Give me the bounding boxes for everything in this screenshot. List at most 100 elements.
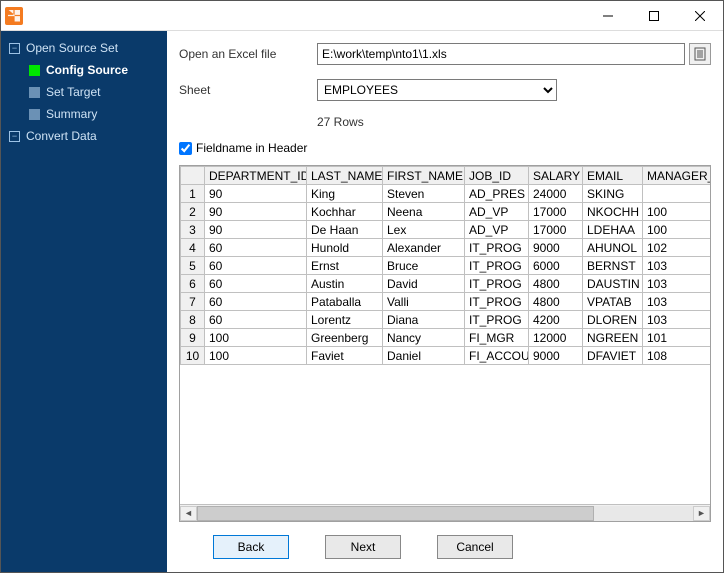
table-cell[interactable] — [643, 185, 711, 203]
table-cell[interactable]: 100 — [205, 329, 307, 347]
horizontal-scrollbar[interactable]: ◄ ► — [180, 504, 710, 521]
table-cell[interactable]: Nancy — [383, 329, 465, 347]
column-header[interactable]: MANAGER_ID — [643, 167, 711, 185]
column-header[interactable]: DEPARTMENT_ID — [205, 167, 307, 185]
table-cell[interactable]: Alexander — [383, 239, 465, 257]
table-cell[interactable]: DFAVIET — [583, 347, 643, 365]
column-header[interactable]: JOB_ID — [465, 167, 529, 185]
table-cell[interactable]: Lex — [383, 221, 465, 239]
table-cell[interactable]: Pataballa — [307, 293, 383, 311]
table-row[interactable]: 860LorentzDianaIT_PROG4200DLOREN103 — [181, 311, 711, 329]
table-cell[interactable]: IT_PROG — [465, 257, 529, 275]
table-cell[interactable]: 9000 — [529, 347, 583, 365]
table-row[interactable]: 190KingStevenAD_PRES24000SKING — [181, 185, 711, 203]
table-row[interactable]: 390De HaanLexAD_VP17000LDEHAA100 — [181, 221, 711, 239]
table-cell[interactable]: IT_PROG — [465, 293, 529, 311]
field-header-checkbox[interactable] — [179, 142, 192, 155]
table-cell[interactable]: 108 — [643, 347, 711, 365]
table-row[interactable]: 9100GreenbergNancyFI_MGR12000NGREEN101 — [181, 329, 711, 347]
table-cell[interactable]: 90 — [205, 203, 307, 221]
table-row[interactable]: 290KochharNeenaAD_VP17000NKOCHH100 — [181, 203, 711, 221]
table-cell[interactable]: IT_PROG — [465, 311, 529, 329]
table-cell[interactable]: Austin — [307, 275, 383, 293]
scroll-thumb[interactable] — [197, 506, 594, 521]
table-row[interactable]: 460HunoldAlexanderIT_PROG9000AHUNOL102 — [181, 239, 711, 257]
table-cell[interactable]: 60 — [205, 239, 307, 257]
table-cell[interactable]: 60 — [205, 293, 307, 311]
table-cell[interactable]: Daniel — [383, 347, 465, 365]
table-cell[interactable]: 103 — [643, 257, 711, 275]
browse-button[interactable] — [689, 43, 711, 65]
table-cell[interactable]: 102 — [643, 239, 711, 257]
table-cell[interactable]: 100 — [643, 203, 711, 221]
table-cell[interactable]: LDEHAA — [583, 221, 643, 239]
table-cell[interactable]: 60 — [205, 311, 307, 329]
table-cell[interactable]: AD_VP — [465, 221, 529, 239]
close-button[interactable] — [677, 1, 723, 31]
maximize-button[interactable] — [631, 1, 677, 31]
table-cell[interactable]: Valli — [383, 293, 465, 311]
table-cell[interactable]: Bruce — [383, 257, 465, 275]
table-cell[interactable]: 60 — [205, 257, 307, 275]
table-cell[interactable]: AD_VP — [465, 203, 529, 221]
table-cell[interactable]: 101 — [643, 329, 711, 347]
table-cell[interactable]: 100 — [205, 347, 307, 365]
next-button[interactable]: Next — [325, 535, 401, 559]
table-cell[interactable]: 6000 — [529, 257, 583, 275]
back-button[interactable]: Back — [213, 535, 289, 559]
table-cell[interactable]: Steven — [383, 185, 465, 203]
table-cell[interactable]: DLOREN — [583, 311, 643, 329]
table-cell[interactable]: SKING — [583, 185, 643, 203]
table-cell[interactable]: BERNST — [583, 257, 643, 275]
sidebar-item-config-source[interactable]: Config Source — [1, 59, 167, 81]
column-header[interactable]: SALARY — [529, 167, 583, 185]
table-cell[interactable]: NKOCHH — [583, 203, 643, 221]
table-row[interactable]: 760PataballaValliIT_PROG4800VPATAB103 — [181, 293, 711, 311]
tree-toggle-icon[interactable]: − — [9, 131, 20, 142]
table-cell[interactable]: 4800 — [529, 293, 583, 311]
table-cell[interactable]: De Haan — [307, 221, 383, 239]
table-cell[interactable]: FI_ACCOU — [465, 347, 529, 365]
column-header[interactable]: FIRST_NAME — [383, 167, 465, 185]
table-cell[interactable]: FI_MGR — [465, 329, 529, 347]
table-cell[interactable]: 17000 — [529, 203, 583, 221]
scroll-left-arrow[interactable]: ◄ — [180, 506, 197, 521]
table-cell[interactable]: NGREEN — [583, 329, 643, 347]
table-cell[interactable]: 17000 — [529, 221, 583, 239]
table-cell[interactable]: IT_PROG — [465, 239, 529, 257]
column-header[interactable]: LAST_NAME — [307, 167, 383, 185]
table-cell[interactable]: 60 — [205, 275, 307, 293]
column-header[interactable]: EMAIL — [583, 167, 643, 185]
table-cell[interactable]: 103 — [643, 275, 711, 293]
sidebar-item-set-target[interactable]: Set Target — [1, 81, 167, 103]
table-cell[interactable]: Lorentz — [307, 311, 383, 329]
table-cell[interactable]: 103 — [643, 293, 711, 311]
tree-toggle-icon[interactable]: − — [9, 43, 20, 54]
sidebar-item-open-source-set[interactable]: −Open Source Set — [1, 37, 167, 59]
table-cell[interactable]: DAUSTIN — [583, 275, 643, 293]
table-cell[interactable]: Greenberg — [307, 329, 383, 347]
sheet-select[interactable]: EMPLOYEES — [317, 79, 557, 101]
table-cell[interactable]: AHUNOL — [583, 239, 643, 257]
table-cell[interactable]: 4800 — [529, 275, 583, 293]
table-cell[interactable]: Neena — [383, 203, 465, 221]
sidebar-item-convert-data[interactable]: −Convert Data — [1, 125, 167, 147]
file-path-input[interactable] — [317, 43, 685, 65]
table-cell[interactable]: 90 — [205, 185, 307, 203]
table-cell[interactable]: 90 — [205, 221, 307, 239]
table-cell[interactable]: Kochhar — [307, 203, 383, 221]
cancel-button[interactable]: Cancel — [437, 535, 513, 559]
table-cell[interactable]: King — [307, 185, 383, 203]
table-cell[interactable]: 103 — [643, 311, 711, 329]
table-cell[interactable]: David — [383, 275, 465, 293]
table-cell[interactable]: IT_PROG — [465, 275, 529, 293]
minimize-button[interactable] — [585, 1, 631, 31]
table-cell[interactable]: Hunold — [307, 239, 383, 257]
table-row[interactable]: 660AustinDavidIT_PROG4800DAUSTIN103 — [181, 275, 711, 293]
table-cell[interactable]: 9000 — [529, 239, 583, 257]
scroll-track[interactable] — [197, 506, 693, 521]
sidebar-item-summary[interactable]: Summary — [1, 103, 167, 125]
table-cell[interactable]: VPATAB — [583, 293, 643, 311]
scroll-right-arrow[interactable]: ► — [693, 506, 710, 521]
table-row[interactable]: 560ErnstBruceIT_PROG6000BERNST103 — [181, 257, 711, 275]
